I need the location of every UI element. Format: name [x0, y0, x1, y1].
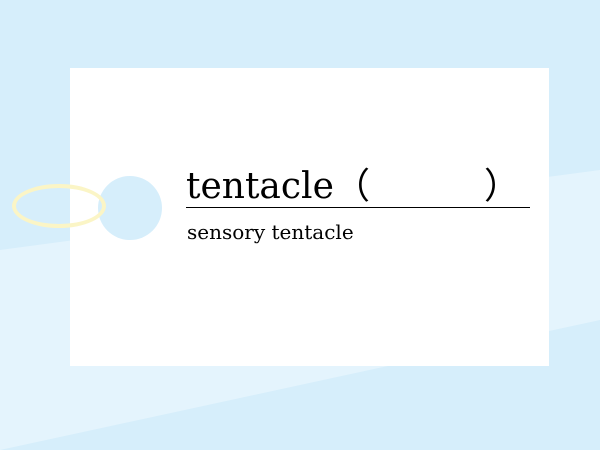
answer-blank-open-paren: （	[334, 166, 371, 207]
key-ring	[12, 184, 106, 228]
word-answer-line: tentacle （ ）	[186, 166, 530, 208]
answer-blank-close-paren: ）	[483, 166, 520, 207]
vocabulary-word: tentacle	[186, 166, 334, 207]
example-phrase: sensory tentacle	[187, 220, 354, 244]
card-hole	[98, 176, 162, 240]
